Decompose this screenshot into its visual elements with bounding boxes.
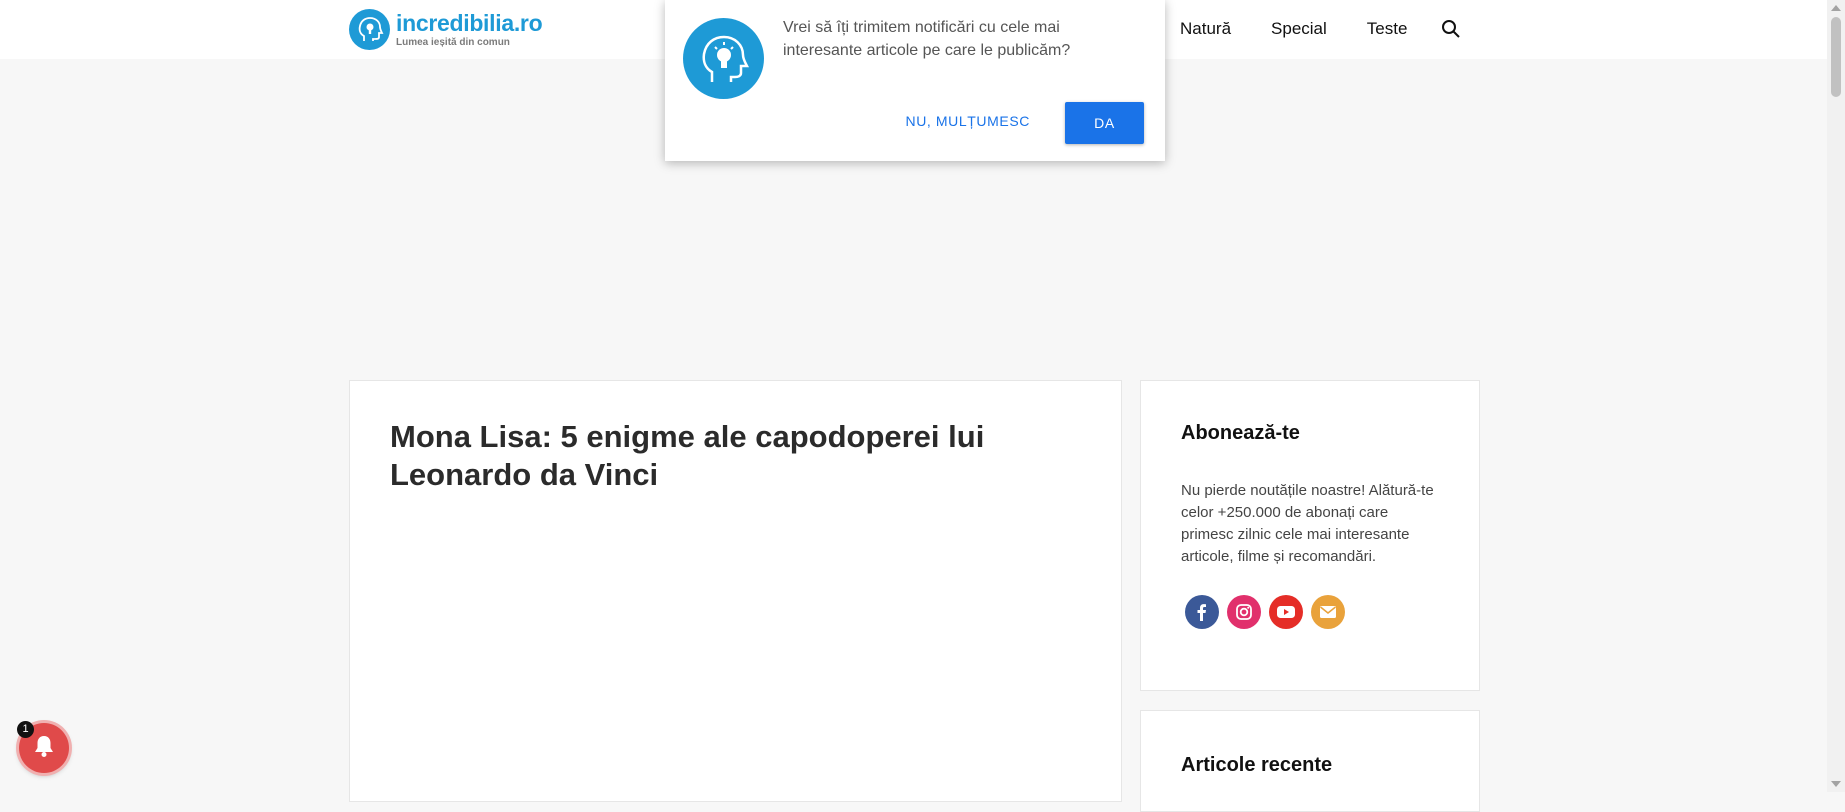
logo-name: incredibilia.ro [396,9,543,36]
nav-item-natura[interactable]: Natură [1180,19,1231,39]
head-lightbulb-icon [683,18,764,99]
nav-item-teste[interactable]: Teste [1367,19,1408,39]
subscribe-title: Abonează-te [1181,422,1300,444]
logo-head-icon [349,9,390,50]
scroll-down-arrow-icon[interactable] [1831,781,1841,787]
instagram-icon[interactable] [1227,595,1261,629]
youtube-icon[interactable] [1269,595,1303,629]
decline-button[interactable]: NU, MULȚUMESC [890,102,1030,140]
bell-icon [31,733,57,764]
notification-prompt: Vrei să îți trimitem notificări cu cele … [665,0,1165,161]
logo-tagline: Lumea ieșită din comun [396,36,510,48]
notification-bell[interactable]: 1 [17,721,69,773]
scrollbar-thumb[interactable] [1831,17,1841,97]
main-nav: Natură Special Teste [1180,19,1447,39]
notification-count-badge: 1 [17,721,34,738]
search-icon[interactable] [1441,19,1461,39]
nav-item-special[interactable]: Special [1271,19,1327,39]
recent-articles-title: Articole recente [1181,754,1333,776]
recent-articles-widget: Articole recente [1140,710,1480,812]
subscribe-text: Nu pierde noutățile noastre! Alătură-te … [1181,482,1434,565]
subscribe-widget: Abonează-te Nu pierde noutățile noastre!… [1140,380,1480,691]
accept-button[interactable]: DA [1065,102,1144,144]
site-logo[interactable]: incredibilia.ro Lumea ieșită din comun [349,9,543,50]
email-icon[interactable] [1311,595,1345,629]
social-links [1185,595,1353,629]
article-card: Mona Lisa: 5 enigme ale capodoperei lui … [349,380,1122,802]
vertical-scrollbar[interactable] [1827,0,1845,792]
facebook-icon[interactable] [1185,595,1219,629]
notification-message: Vrei să îți trimitem notificări cu cele … [783,19,1071,59]
article-title: Mona Lisa: 5 enigme ale capodoperei lui … [390,419,985,492]
scroll-up-arrow-icon[interactable] [1831,5,1841,11]
